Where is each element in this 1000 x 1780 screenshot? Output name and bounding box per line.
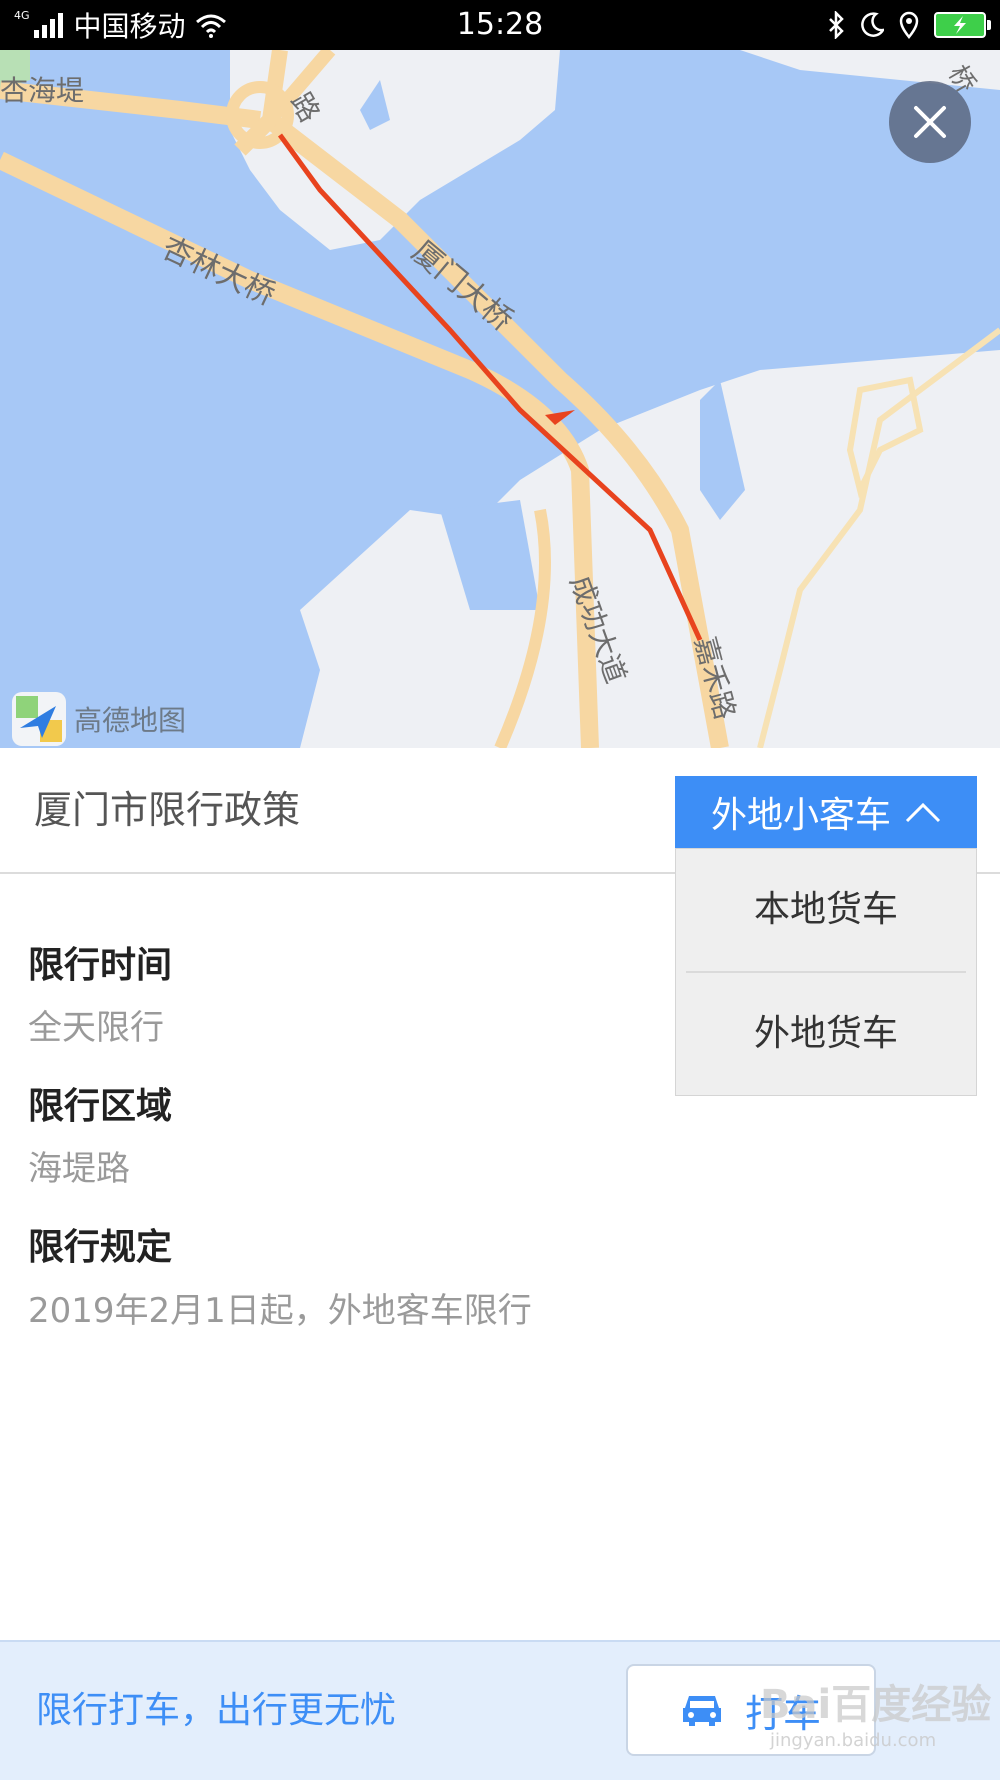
logo-text: 高德地图: [74, 704, 187, 737]
bluetooth-icon: [829, 11, 844, 39]
map-logo: 高德地图: [12, 692, 186, 746]
vehicle-option-nonlocal-truck[interactable]: 外地货车: [676, 973, 976, 1095]
map-label-xiamen-bridge: 厦门大桥: [405, 234, 519, 338]
watermark-url: jingyan.baidu.com: [770, 1730, 937, 1751]
section-value-time: 全天限行: [28, 1008, 164, 1048]
close-button[interactable]: [889, 81, 971, 163]
section-value-area: 海堤路: [28, 1149, 130, 1189]
policy-title: 厦门市限行政策: [34, 788, 301, 832]
moon-icon: [861, 12, 884, 37]
section-title-rule: 限行规定: [28, 1227, 173, 1268]
status-right: [826, 0, 991, 50]
vehicle-option-local-truck[interactable]: 本地货车: [676, 849, 976, 971]
vehicle-type-menu: 本地货车 外地货车: [675, 848, 977, 1096]
vehicle-type-selected: 外地小客车: [710, 795, 891, 836]
close-icon: [914, 106, 946, 138]
battery-icon: [934, 12, 991, 38]
map-label-xinglin-bridge: 杏林大桥: [157, 231, 281, 313]
vehicle-type-dropdown[interactable]: 外地小客车: [675, 776, 977, 848]
location-icon: [899, 11, 919, 39]
map-view[interactable]: 杏海堤 路 杏林大桥 厦门大桥 成功大道 嘉禾路 桥: [0, 50, 1000, 748]
section-title-time: 限行时间: [28, 945, 173, 986]
chevron-up-icon: [905, 802, 941, 823]
section-title-area: 限行区域: [28, 1086, 173, 1127]
section-value-rule: 2019年2月1日起，外地客车限行: [28, 1291, 532, 1331]
status-bar: 4G 中国移动 15:28: [0, 0, 1000, 50]
map-label-haidi: 杏海堤: [0, 74, 84, 107]
banner-text: 限行打车，出行更无忧: [36, 1690, 397, 1731]
watermark: Bai百度经验: [760, 1682, 992, 1728]
amap-logo-icon: [12, 692, 66, 746]
car-icon: [682, 1696, 721, 1726]
map-canvas[interactable]: 杏海堤 路 杏林大桥 厦门大桥 成功大道 嘉禾路 桥: [0, 50, 1000, 748]
